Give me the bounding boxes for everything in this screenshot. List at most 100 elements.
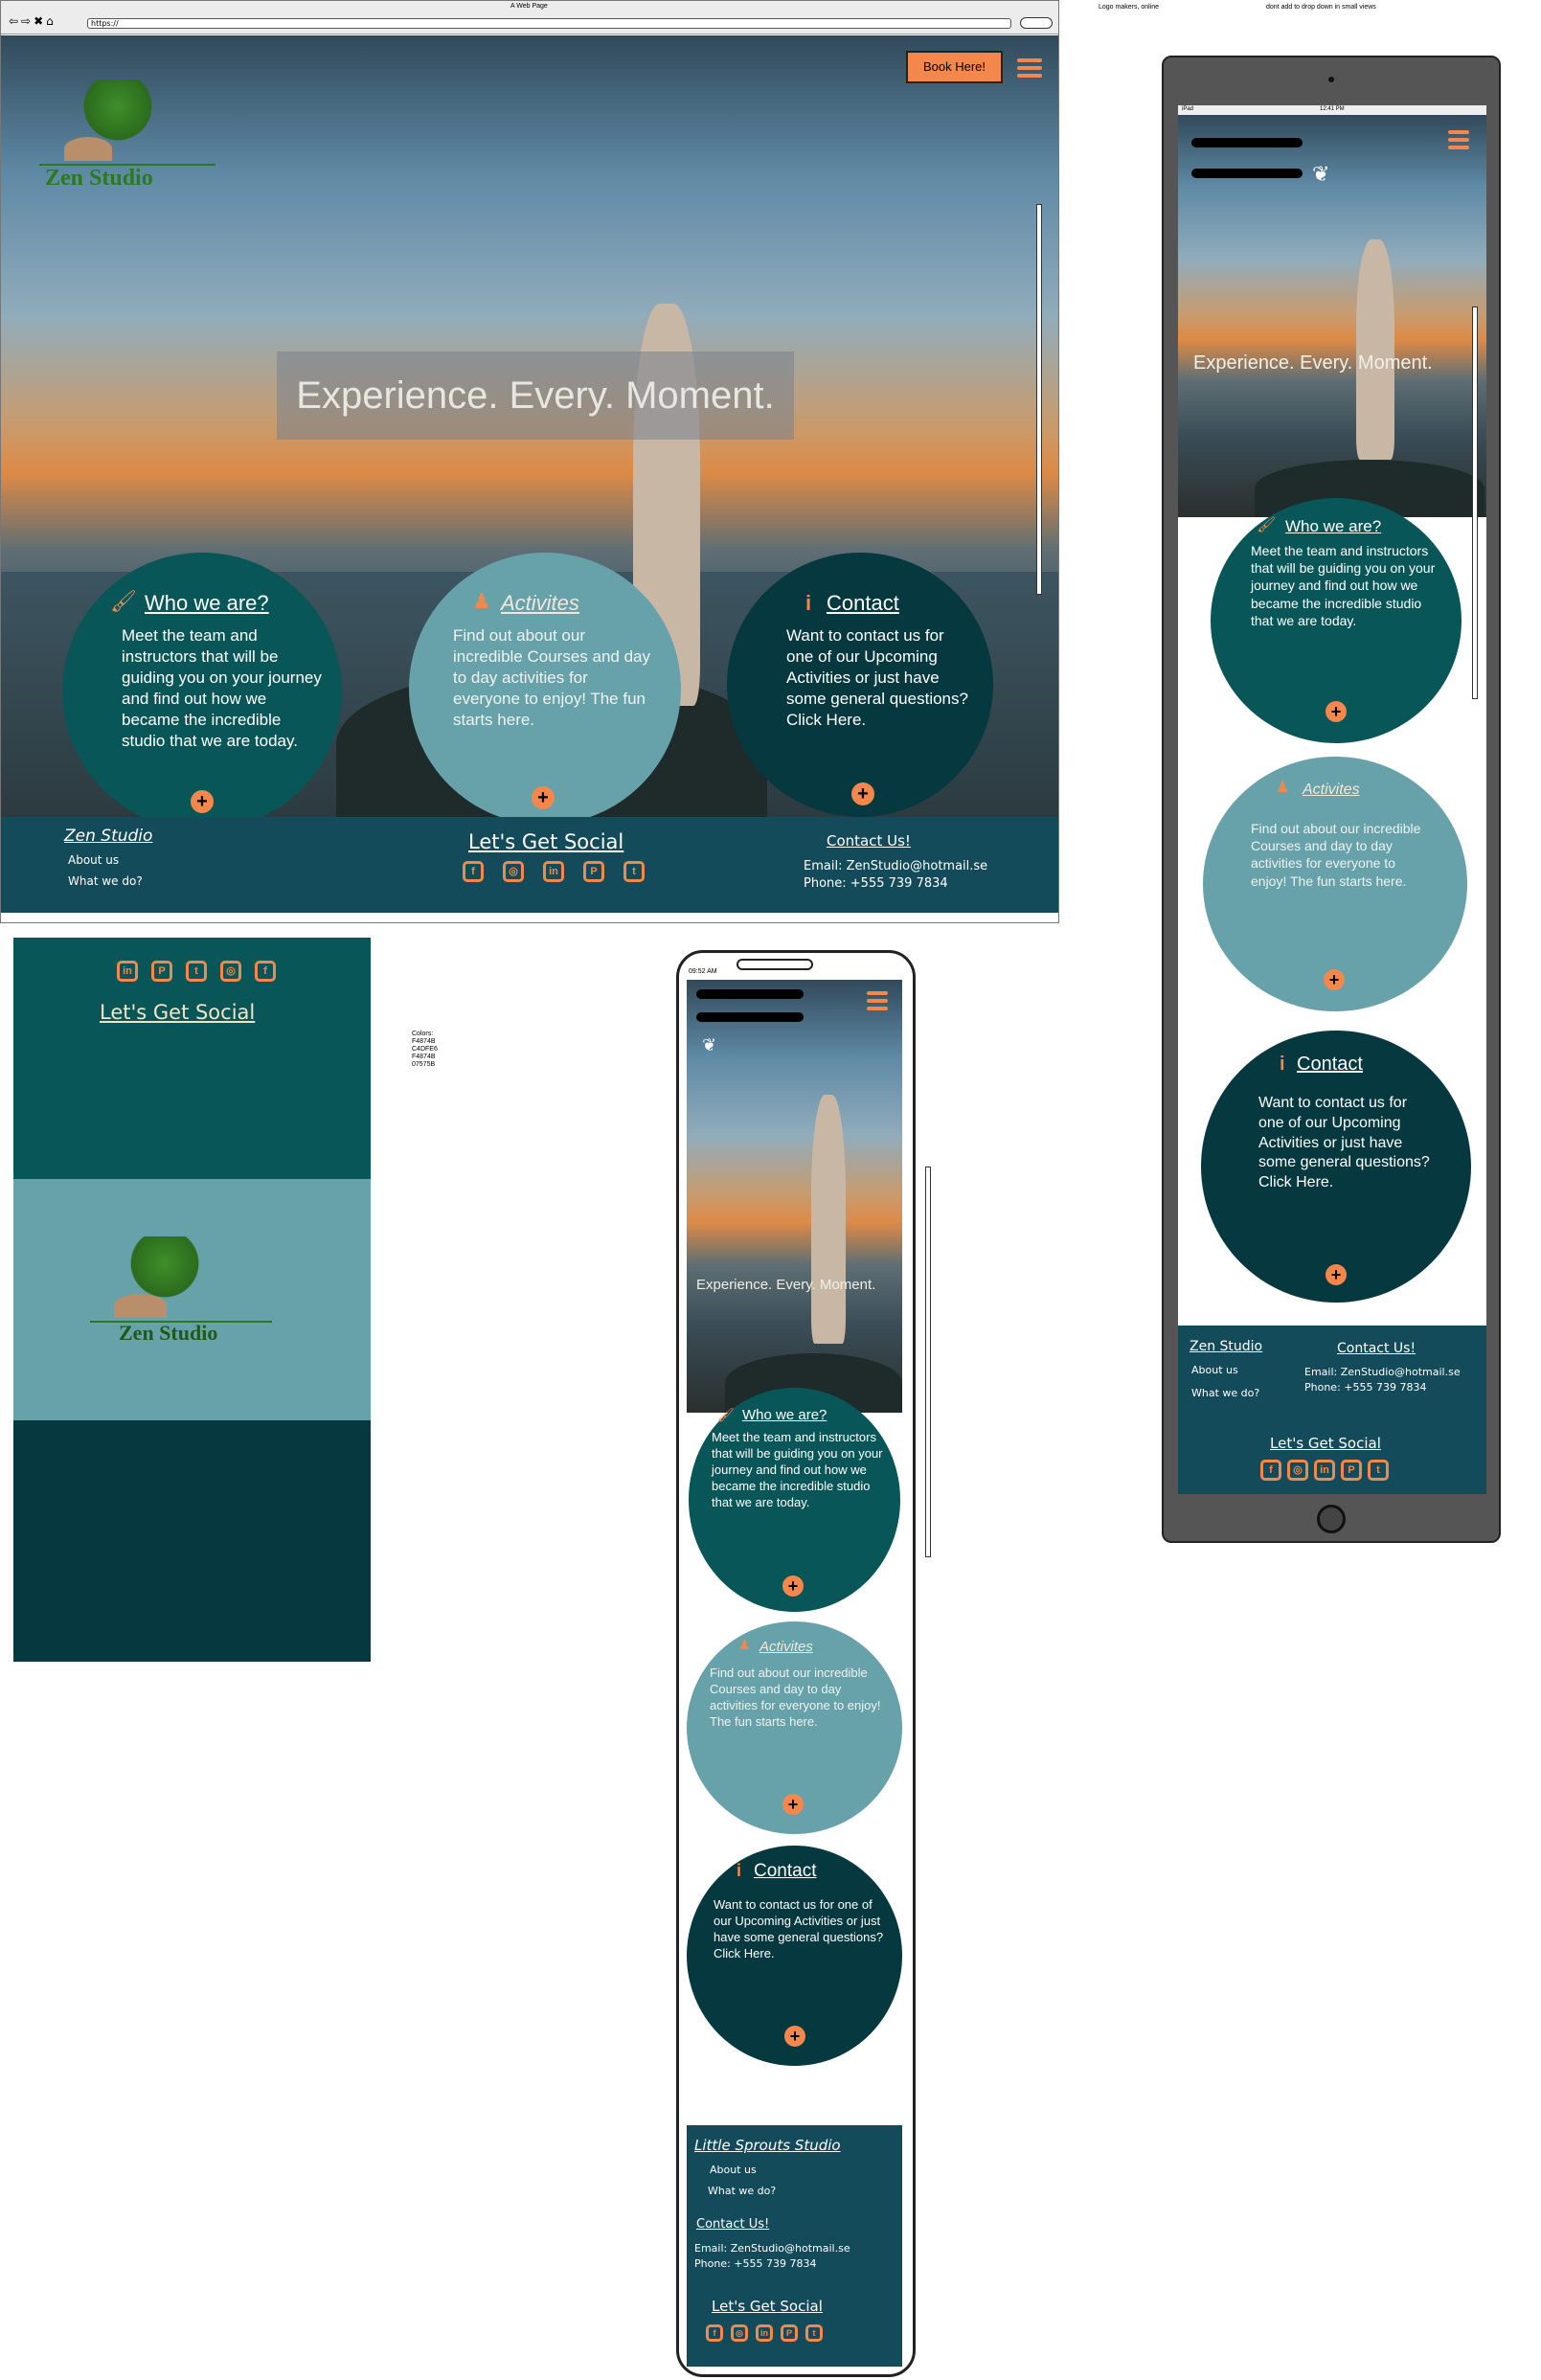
hamburger-icon[interactable] [1017, 58, 1042, 78]
card-activities-body: Find out about our incredible Courses an… [453, 626, 651, 730]
footer-email: Email: ZenStudio@hotmail.se [804, 859, 988, 873]
hero-tagline: Experience. Every. Moment. [277, 351, 794, 440]
notch [737, 959, 813, 970]
plus-icon[interactable]: + [851, 782, 874, 805]
linkedin-icon[interactable]: in [117, 961, 138, 982]
status-device: iPad [1182, 106, 1194, 112]
card-activities[interactable]: ♟ Activites Find out about our incredibl… [687, 1621, 902, 1834]
card-who-body: Meet the team and instructors that will … [122, 626, 322, 751]
phone-screen: ❦ Experience. Every. Moment. 🖌 Who we ar… [687, 980, 902, 2367]
footer-brand[interactable]: Zen Studio [64, 827, 152, 846]
camera-icon [1328, 77, 1334, 82]
book-button[interactable]: Book Here! [906, 51, 1003, 83]
facebook-icon[interactable]: f [1260, 1460, 1281, 1481]
note-logo: Logo makers, online [1099, 4, 1160, 11]
footer-contact-title[interactable]: Contact Us! [1337, 1341, 1416, 1356]
scrollbar[interactable] [1472, 306, 1478, 699]
hamburger-icon[interactable] [1448, 130, 1469, 149]
colors-label: Colors: [412, 1031, 434, 1037]
scribble-logo [1191, 169, 1303, 178]
address-bar[interactable]: https:// [87, 18, 1011, 29]
social-row: f ◎ in P t [706, 2324, 823, 2342]
search-toggle[interactable] [1020, 17, 1053, 29]
home-button[interactable] [1317, 1505, 1346, 1533]
instagram-icon[interactable]: ◎ [220, 961, 241, 982]
color-notes: Colors: F4874B C4DFE6 F4874B 07575B [412, 1031, 438, 1069]
card-who[interactable]: 🖌 Who we are? Meet the team and instruct… [62, 553, 342, 817]
card-who-body: Meet the team and instructors that will … [1251, 543, 1436, 628]
plus-icon[interactable]: + [782, 1575, 804, 1597]
facebook-icon[interactable]: f [255, 961, 276, 982]
footer-about-link[interactable]: About us [1191, 1364, 1238, 1376]
twitter-icon[interactable]: t [805, 2324, 823, 2342]
facebook-icon[interactable]: f [706, 2324, 723, 2342]
instagram-icon[interactable]: ◎ [731, 2324, 748, 2342]
card-contact-title[interactable]: Contact [827, 591, 899, 616]
card-who[interactable]: 🖌 Who we are? Meet the team and instruct… [689, 1388, 900, 1612]
scrollbar[interactable] [1036, 204, 1042, 595]
figure-icon: ♟ [472, 589, 491, 613]
footer-what-link[interactable]: What we do? [708, 2185, 776, 2197]
card-who[interactable]: 🖌 Who we are? Meet the team and instruct… [1211, 498, 1462, 743]
footer-contact-title[interactable]: Contact Us! [827, 832, 911, 850]
plus-icon[interactable]: + [1326, 701, 1347, 722]
footer-social-title: Let's Get Social [468, 830, 624, 853]
card-who-title[interactable]: Who we are? [145, 591, 269, 616]
twitter-icon[interactable]: t [1368, 1460, 1389, 1481]
plus-icon[interactable]: + [532, 786, 555, 809]
card-activities-title[interactable]: Activites [759, 1639, 813, 1655]
scribble-logo [696, 989, 804, 999]
card-contact[interactable]: i Contact Want to contact us for one of … [687, 1846, 902, 2066]
logo-text: Zen Studio [45, 166, 153, 191]
footer-about-link[interactable]: About us [710, 2164, 757, 2176]
card-activities[interactable]: ♟ Activites Find out about our incredibl… [409, 553, 681, 817]
card-activities-title[interactable]: Activites [1303, 782, 1360, 799]
pinterest-icon[interactable]: P [781, 2324, 798, 2342]
card-who-title[interactable]: Who we are? [1285, 517, 1381, 536]
footer-brand[interactable]: Little Sprouts Studio [694, 2137, 841, 2154]
desktop-wireframe: A Web Page ⇦⇨✖⌂ https:// Book Here! Zen … [0, 0, 1059, 923]
note-dropdown: dont add to drop down in small views [1266, 4, 1376, 11]
card-contact-title[interactable]: Contact [1297, 1054, 1363, 1076]
card-who-title[interactable]: Who we are? [742, 1407, 827, 1423]
facebook-icon[interactable]: f [463, 861, 484, 882]
linkedin-icon[interactable]: in [1314, 1460, 1335, 1481]
card-contact[interactable]: i Contact Want to contact us for one of … [727, 553, 993, 817]
yoga-figure [811, 1095, 846, 1344]
plus-icon[interactable]: + [784, 2026, 805, 2047]
tablet-wireframe: iPad 12:41 PM ❦ Experience. Every. Momen… [1162, 56, 1501, 1543]
footer-brand[interactable]: Zen Studio [1190, 1339, 1262, 1354]
plus-icon[interactable]: + [782, 1794, 804, 1815]
leaf-icon: ❦ [1312, 163, 1330, 187]
twitter-icon[interactable]: t [623, 861, 645, 882]
nav-arrows-icon[interactable]: ⇦⇨✖⌂ [9, 14, 57, 28]
footer-what-link[interactable]: What we do? [68, 874, 143, 888]
footer-contact-title[interactable]: Contact Us! [696, 2217, 769, 2232]
hamburger-icon[interactable] [867, 991, 888, 1010]
card-contact-title[interactable]: Contact [754, 1861, 816, 1882]
instagram-icon[interactable]: ◎ [1287, 1460, 1308, 1481]
scrollbar[interactable] [925, 1167, 931, 1557]
pinterest-icon[interactable]: P [583, 861, 604, 882]
scribble-logo [1191, 138, 1303, 147]
card-contact[interactable]: i Contact Want to contact us for one of … [1201, 1031, 1471, 1303]
plus-icon[interactable]: + [1326, 1264, 1347, 1285]
twitter-icon[interactable]: t [186, 961, 207, 982]
stones-icon [114, 1294, 167, 1318]
pinterest-icon[interactable]: P [151, 961, 172, 982]
leaf-icon: ❦ [702, 1035, 717, 1055]
card-activities[interactable]: ♟ Activites Find out about our incredibl… [1203, 757, 1467, 1011]
yoga-figure [1356, 239, 1394, 460]
card-activities-title[interactable]: Activites [501, 591, 579, 616]
browser-chrome: A Web Page ⇦⇨✖⌂ https:// [1, 1, 1058, 34]
plus-icon[interactable]: + [191, 790, 214, 813]
tablet-hero: ❦ Experience. Every. Moment. [1178, 115, 1486, 517]
plus-icon[interactable]: + [1324, 969, 1345, 990]
pinterest-icon[interactable]: P [1341, 1460, 1362, 1481]
instagram-icon[interactable]: ◎ [503, 861, 524, 882]
linkedin-icon[interactable]: in [756, 2324, 773, 2342]
footer-what-link[interactable]: What we do? [1191, 1387, 1259, 1399]
logo: Zen Studio [35, 79, 219, 194]
footer-about-link[interactable]: About us [68, 853, 119, 867]
linkedin-icon[interactable]: in [543, 861, 564, 882]
